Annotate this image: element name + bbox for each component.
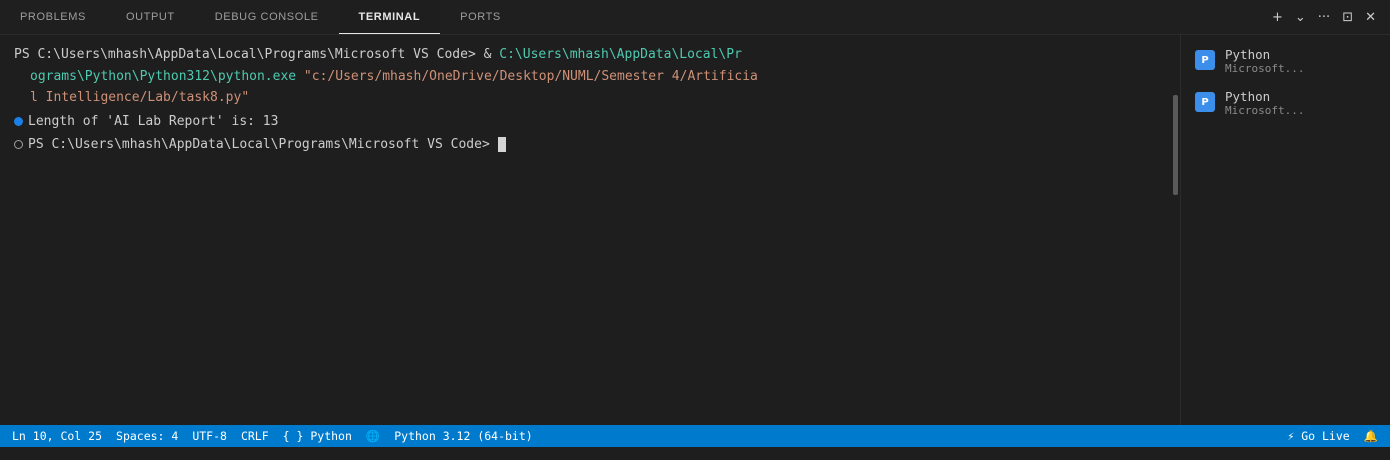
terminal-instance-name: Python (1225, 47, 1271, 62)
terminal-prompt: PS C:\Users\mhash\AppData\Local\Programs… (14, 47, 500, 62)
terminal-instance-python-1[interactable]: P Python Microsoft... (1195, 47, 1385, 83)
end-of-line[interactable]: CRLF (241, 429, 269, 443)
close-panel-icon[interactable]: ✕ (1365, 11, 1376, 24)
python-icon: P (1195, 92, 1215, 112)
terminal-prompt-current: PS C:\Users\mhash\AppData\Local\Programs… (28, 137, 490, 152)
maximize-panel-icon[interactable]: ⊡ (1342, 11, 1353, 24)
terminal-output-line: Length of 'AI Lab Report' is: 13 (14, 111, 1164, 133)
bell-icon[interactable]: 🔔 (1364, 429, 1378, 443)
panel-tab-bar: PROBLEMS OUTPUT DEBUG CONSOLE TERMINAL P… (0, 0, 1390, 35)
chevron-down-icon[interactable]: ⌄ (1295, 11, 1306, 24)
cursor-position[interactable]: Ln 10, Col 25 (12, 429, 102, 443)
command-success-dot-icon[interactable] (14, 116, 23, 126)
terminal-instance-sub: Microsoft... (1225, 62, 1305, 75)
status-bar: Ln 10, Col 25 Spaces: 4 UTF-8 CRLF { } P… (0, 425, 1390, 447)
command-pending-circle-icon[interactable] (14, 140, 23, 150)
terminal-instance-sub: Microsoft... (1225, 104, 1305, 117)
globe-icon[interactable]: 🌐 (366, 429, 380, 443)
terminal-prompt-line: PS C:\Users\mhash\AppData\Local\Programs… (14, 134, 1164, 156)
terminal-view[interactable]: PS C:\Users\mhash\AppData\Local\Programs… (0, 35, 1180, 425)
new-terminal-icon[interactable]: + (1272, 11, 1283, 24)
language-mode[interactable]: { } Python (283, 429, 352, 443)
terminal-output-text: Length of 'AI Lab Report' is: 13 (28, 113, 279, 129)
indentation-setting[interactable]: Spaces: 4 (116, 429, 178, 443)
python-icon: P (1195, 50, 1215, 70)
window-bottom-edge (0, 447, 1390, 460)
terminal-command-line: PS C:\Users\mhash\AppData\Local\Programs… (14, 44, 1164, 66)
python-interpreter[interactable]: Python 3.12 (64-bit) (394, 429, 532, 443)
script-path-arg: "c:/Users/mhash/OneDrive/Desktop/NUML/Se… (296, 68, 758, 84)
terminal-instance-name: Python (1225, 89, 1271, 104)
terminal-list-panel: P Python Microsoft... P Python Microsoft… (1180, 35, 1390, 425)
terminal-scrollbar[interactable] (1173, 95, 1178, 195)
script-path-arg-cont: l Intelligence/Lab/task8.py" (30, 90, 250, 105)
python-exe-path: C:\Users\mhash\AppData\Local\Pr (499, 47, 742, 62)
python-exe-path-cont: ograms\Python\Python312\python.exe (30, 68, 297, 84)
tab-output[interactable]: OUTPUT (106, 0, 195, 34)
tab-debug-console[interactable]: DEBUG CONSOLE (195, 0, 339, 34)
more-actions-icon[interactable]: ··· (1318, 11, 1330, 24)
terminal-command-wrap-2: l Intelligence/Lab/task8.py" (14, 87, 1164, 109)
panel-actions: + ⌄ ··· ⊡ ✕ (1272, 0, 1376, 34)
file-encoding[interactable]: UTF-8 (192, 429, 227, 443)
tab-terminal[interactable]: TERMINAL (338, 0, 441, 34)
terminal-instance-python-2[interactable]: P Python Microsoft... (1195, 89, 1385, 125)
tab-problems[interactable]: PROBLEMS (0, 0, 106, 34)
go-live-button[interactable]: ⚡ Go Live (1287, 429, 1349, 443)
tab-ports[interactable]: PORTS (440, 0, 521, 34)
terminal-command-wrap-1: ograms\Python\Python312\python.exe "c:/U… (14, 66, 1164, 88)
terminal-cursor (497, 137, 506, 153)
